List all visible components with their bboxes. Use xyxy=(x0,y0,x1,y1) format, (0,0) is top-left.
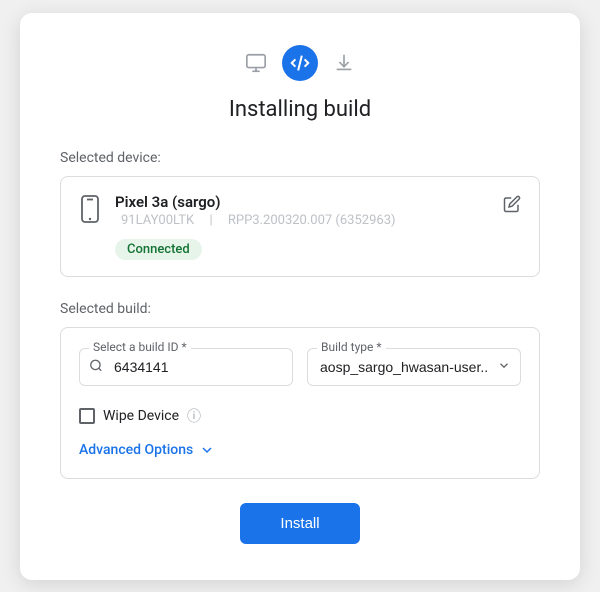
device-info: Pixel 3a (sargo) 91LAY00LTK | RPP3.20032… xyxy=(115,193,489,260)
advanced-options-toggle[interactable]: Advanced Options xyxy=(79,442,521,458)
wipe-device-row: Wipe Device ⓘ xyxy=(79,406,521,426)
device-icon xyxy=(79,195,101,227)
device-build: RPP3.200320.007 (6352963) xyxy=(228,213,396,228)
wipe-device-label: Wipe Device xyxy=(103,408,179,424)
separator: | xyxy=(209,213,212,228)
build-type-label: Build type * xyxy=(317,340,386,354)
connected-badge: Connected xyxy=(115,239,202,260)
monitor-step-icon xyxy=(238,45,274,81)
installing-build-dialog: Installing build Selected device: Pixel … xyxy=(20,13,580,580)
install-button[interactable]: Install xyxy=(240,503,359,544)
build-inputs-row: Select a build ID * Build type * aosp_sa… xyxy=(79,348,521,386)
advanced-options-label: Advanced Options xyxy=(79,442,193,458)
build-card: Select a build ID * Build type * aosp_sa… xyxy=(60,327,540,479)
device-meta: 91LAY00LTK | RPP3.200320.007 (6352963) xyxy=(115,213,489,228)
build-id-label: Select a build ID * xyxy=(89,340,191,354)
device-name: Pixel 3a (sargo) xyxy=(115,193,489,211)
build-section-label: Selected build: xyxy=(60,301,540,317)
page-title: Installing build xyxy=(60,97,540,122)
transfer-step-icon xyxy=(282,45,318,81)
device-card: Pixel 3a (sargo) 91LAY00LTK | RPP3.20032… xyxy=(60,176,540,277)
device-section-label: Selected device: xyxy=(60,150,540,166)
build-id-field-group: Select a build ID * xyxy=(79,348,293,386)
chevron-down-icon xyxy=(199,442,215,458)
search-icon xyxy=(89,357,103,376)
wipe-device-checkbox[interactable] xyxy=(79,408,95,424)
build-type-field-group: Build type * aosp_sargo_hwasan-user... xyxy=(307,348,521,386)
help-icon[interactable]: ⓘ xyxy=(187,406,201,426)
stepper xyxy=(60,45,540,81)
device-serial: 91LAY00LTK xyxy=(121,213,194,228)
edit-device-icon[interactable] xyxy=(503,195,521,217)
download-step-icon xyxy=(326,45,362,81)
